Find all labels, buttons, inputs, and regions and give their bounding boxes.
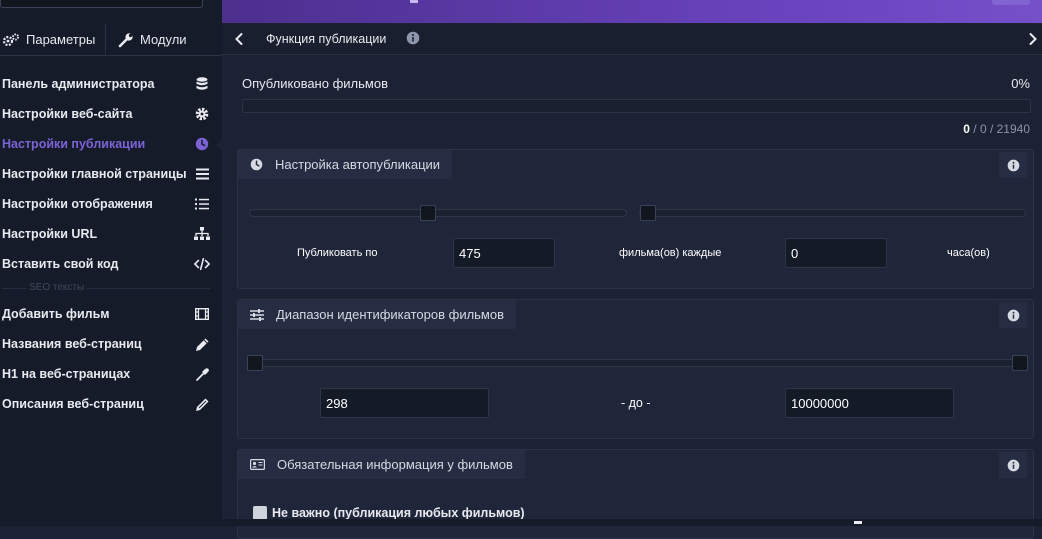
bottom-bar <box>222 519 1042 526</box>
sidebar-item-custom-code[interactable]: Вставить свой код <box>0 249 222 279</box>
id-from-input[interactable]: 298 <box>320 388 489 418</box>
id-range-max-handle[interactable] <box>1012 355 1028 371</box>
required-info-panel-header: Обязательная информация у фильмов <box>238 450 525 479</box>
publication-counts: 0 / 0 / 21940 <box>963 122 1030 136</box>
publish-count-slider-handle[interactable] <box>420 205 436 221</box>
clock-icon <box>194 136 210 152</box>
sidebar-item-page-titles[interactable]: Названия веб-страниц <box>0 329 222 359</box>
autopublish-title: Настройка автопубликации <box>275 157 441 172</box>
info-icon[interactable] <box>999 452 1027 478</box>
wrench-icon <box>118 32 133 47</box>
sidebar-item-page-descriptions[interactable]: Описания веб-страниц <box>0 389 222 419</box>
sidebar-item-url-settings[interactable]: Настройки URL <box>0 219 222 249</box>
sidebar-search-box[interactable] <box>0 0 203 8</box>
sidebar-item-label: Настройки публикации <box>2 137 146 151</box>
autopublish-panel-header: Настройка автопубликации <box>238 150 453 179</box>
sidebar-item-display-settings[interactable]: Настройки отображения <box>0 189 222 219</box>
id-range-min-handle[interactable] <box>247 355 263 371</box>
tab-modules[interactable]: Модули <box>106 24 187 55</box>
sidebar-item-publication-settings[interactable]: Настройки публикации <box>0 129 222 159</box>
eyedropper-icon <box>194 366 210 382</box>
film-icon <box>194 306 210 322</box>
publish-count-slider-track[interactable] <box>249 209 627 217</box>
checkbox[interactable] <box>253 506 267 520</box>
page-subheader: Функция публикации <box>222 24 1042 55</box>
sidebar-item-add-film[interactable]: Добавить фильм <box>0 299 222 329</box>
main-content: Опубликовано фильмов 0% 0 / 0 / 21940 На… <box>222 55 1042 539</box>
sidebar-item-homepage-settings[interactable]: Настройки главной страницы <box>0 159 222 189</box>
any-films-option[interactable]: Не важно (публикация любых фильмов) <box>253 506 525 520</box>
sitemap-icon <box>194 226 210 242</box>
tab-modules-label: Модули <box>140 32 187 47</box>
sidebar-item-label: H1 на веб-страницах <box>2 367 131 381</box>
published-percent: 0% <box>1011 76 1030 91</box>
films-every-label: фильма(ов) каждые <box>619 247 722 259</box>
id-range-panel-header: Диапазон идентификаторов фильмов <box>238 300 517 329</box>
published-films-label: Опубликовано фильмов <box>242 76 388 91</box>
id-range-slider-track[interactable] <box>247 359 1027 367</box>
list-bullets-icon <box>194 196 210 212</box>
pencil-icon <box>194 336 210 352</box>
page-title: Функция публикации <box>266 32 387 46</box>
sidebar-item-label: Панель администратора <box>2 77 155 91</box>
sidebar-item-label: Вставить свой код <box>2 257 119 271</box>
publish-interval-slider-handle[interactable] <box>640 205 656 221</box>
sidebar-menu: Панель администратора Настройки веб-сайт… <box>0 69 222 419</box>
sidebar-section-label: SEO тексты <box>26 282 88 293</box>
any-films-option-label: Не важно (публикация любых фильмов) <box>272 506 525 520</box>
info-icon[interactable] <box>999 152 1027 178</box>
bottom-bar-marker <box>854 521 862 524</box>
list-icon <box>194 166 210 182</box>
id-range-panel: Диапазон идентификаторов фильмов 298 - д… <box>237 299 1034 439</box>
sliders-icon <box>250 308 264 321</box>
counts-rest: / 0 / 21940 <box>969 122 1030 136</box>
clock-icon <box>250 158 263 171</box>
required-info-title: Обязательная информация у фильмов <box>277 457 513 472</box>
database-icon <box>194 76 210 92</box>
info-icon[interactable] <box>406 31 420 48</box>
publish-interval-slider-track[interactable] <box>639 209 1026 217</box>
sidebar-item-label: Настройки главной страницы <box>2 167 187 181</box>
publication-progress-bar <box>242 99 1031 113</box>
sidebar-item-h1-pages[interactable]: H1 на веб-страницах <box>0 359 222 389</box>
tab-parameters[interactable]: Параметры <box>0 24 106 55</box>
tab-parameters-label: Параметры <box>26 32 96 47</box>
sidebar: Параметры Модули Панель администратора Н… <box>0 0 222 526</box>
sidebar-item-label: Добавить фильм <box>2 307 110 321</box>
id-range-title: Диапазон идентификаторов фильмов <box>276 307 505 322</box>
sidebar-item-label: Описания веб-страниц <box>2 397 144 411</box>
info-icon[interactable] <box>999 302 1027 328</box>
sidebar-item-label: Настройки веб-сайта <box>2 107 133 121</box>
publish-by-label: Публиковать по <box>297 247 378 259</box>
code-icon <box>194 256 210 272</box>
gear-icon <box>194 106 210 122</box>
sidebar-tabs: Параметры Модули <box>0 24 222 56</box>
hours-label: часа(ов) <box>947 247 990 259</box>
sidebar-item-website-settings[interactable]: Настройки веб-сайта <box>0 99 222 129</box>
hours-input[interactable]: 0 <box>785 238 887 268</box>
sidebar-item-label: Настройки отображения <box>2 197 153 211</box>
chevron-right-icon[interactable] <box>1028 32 1038 49</box>
sidebar-item-label: Настройки URL <box>2 227 98 241</box>
top-header-bar <box>222 0 1042 23</box>
pen-square-icon <box>194 396 210 412</box>
autopublish-panel: Настройка автопубликации Публиковать по … <box>237 149 1034 289</box>
chevron-left-icon[interactable] <box>222 32 256 46</box>
id-to-label: - до - <box>621 396 651 410</box>
sidebar-section-divider: SEO тексты <box>0 279 222 299</box>
id-card-icon <box>250 459 265 470</box>
published-count: 0 <box>963 122 970 136</box>
publish-count-input[interactable]: 475 <box>453 238 555 268</box>
header-action-button[interactable] <box>992 0 1030 5</box>
id-to-input[interactable]: 10000000 <box>785 388 954 418</box>
gears-icon <box>2 33 19 46</box>
sidebar-item-label: Названия веб-страниц <box>2 337 142 351</box>
header-title-fragment <box>410 0 418 3</box>
sidebar-item-admin-panel[interactable]: Панель администратора <box>0 69 222 99</box>
